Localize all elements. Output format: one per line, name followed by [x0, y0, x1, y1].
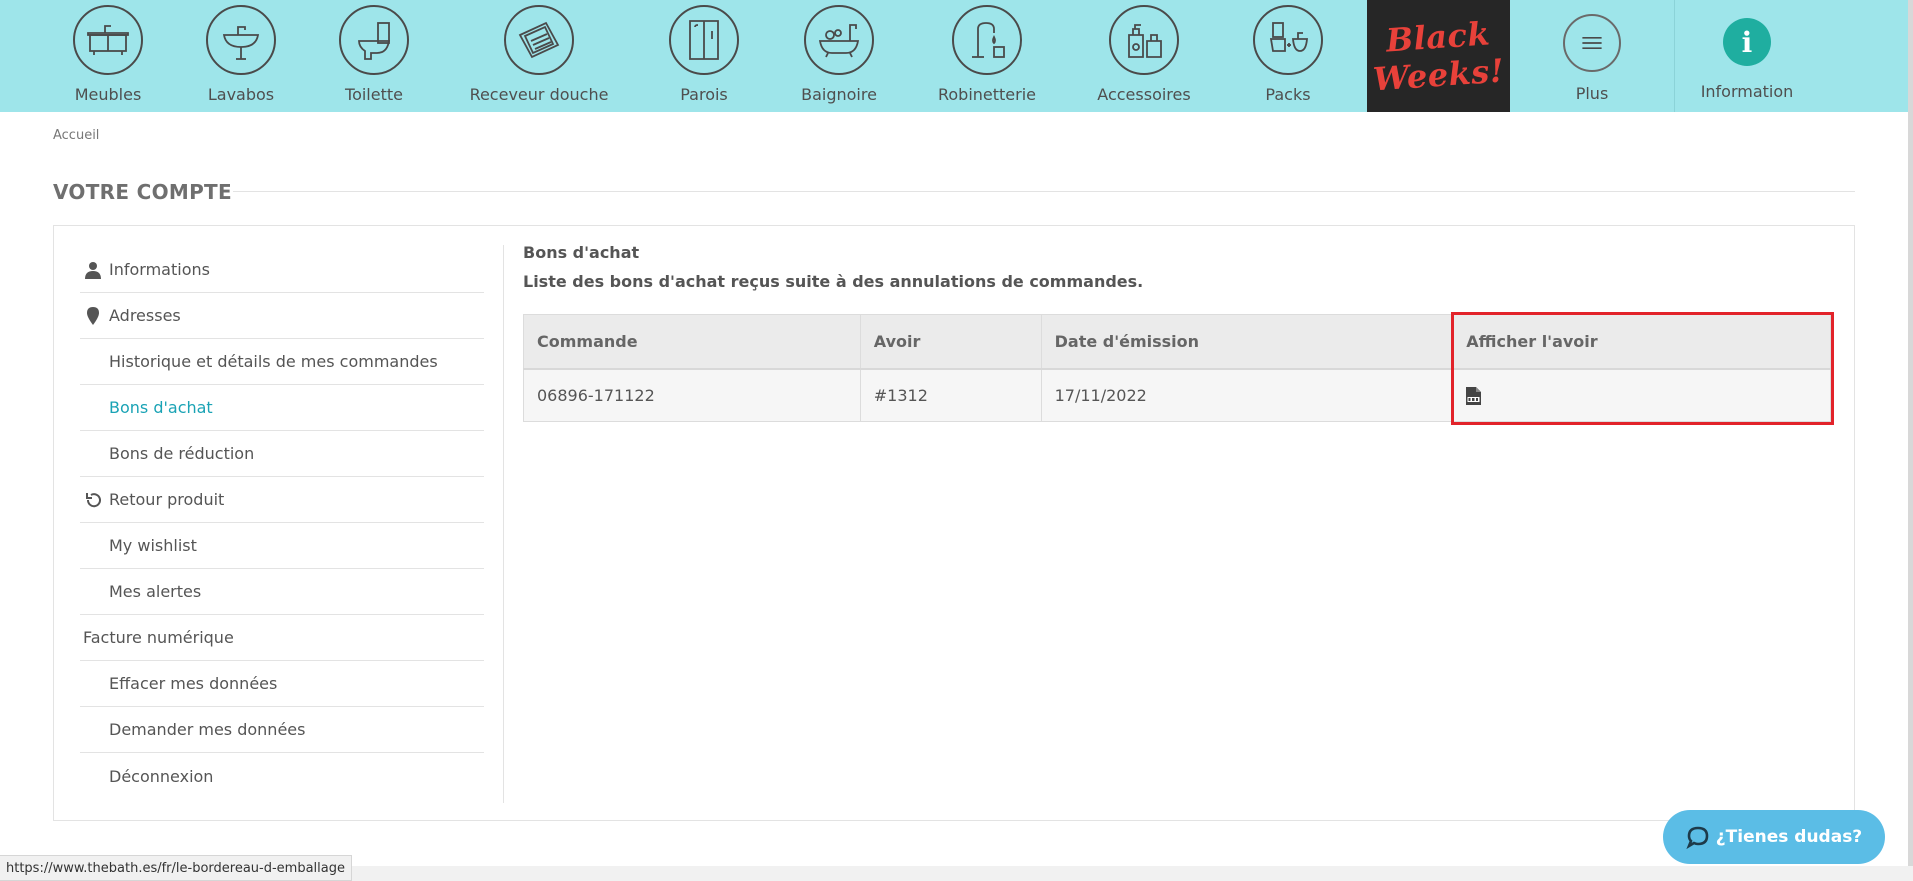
nav-label: Baignoire [801, 85, 877, 104]
nav-item-plus[interactable]: Plus [1557, 0, 1627, 112]
nav-label: Toilette [345, 85, 403, 104]
sidebar-item-label: My wishlist [109, 536, 197, 555]
nav-label: Plus [1575, 84, 1609, 103]
shower-tray-icon [504, 5, 574, 75]
sidebar-item-label: Bons d'achat [109, 398, 213, 417]
sidebar-item-demander-donnees[interactable]: Demander mes données [80, 707, 484, 753]
nav-item-information[interactable]: i Information [1697, 0, 1797, 112]
chat-bubble-icon [1686, 826, 1709, 849]
sidebar-item-bons-achat[interactable]: Bons d'achat [80, 385, 484, 431]
sidebar-item-label: Mes alertes [109, 582, 202, 601]
map-pin-icon [85, 307, 101, 325]
vouchers-table: Commande Avoir Date d'émission Afficher … [523, 314, 1831, 422]
sidebar-item-adresses[interactable]: Adresses [80, 293, 484, 339]
faucet-icon [952, 5, 1022, 75]
sidebar-item-label: Informations [109, 260, 210, 279]
nav-divider [1674, 0, 1675, 112]
sidebar-item-label: Bons de réduction [109, 444, 255, 463]
black-weeks-line2: Weeks! [1371, 51, 1506, 99]
sidebar-item-mes-alertes[interactable]: Mes alertes [80, 569, 484, 615]
nav-item-meubles[interactable]: Meubles [73, 0, 143, 112]
nav-item-lavabos[interactable]: Lavabos [206, 0, 276, 112]
sidebar-item-effacer-donnees[interactable]: Effacer mes données [80, 661, 484, 707]
sidebar-item-label: Déconnexion [109, 766, 214, 786]
nav-label: Information [1700, 82, 1794, 101]
cell-date: 17/11/2022 [1040, 368, 1454, 422]
toilet-pack-icon [1253, 5, 1323, 75]
top-navigation: Meubles Lavabos Toilette Receveur douche [0, 0, 1913, 112]
chat-button[interactable]: ¿Tienes dudas? [1663, 810, 1885, 864]
nav-item-packs[interactable]: Packs [1253, 0, 1323, 112]
sidebar-item-retour-produit[interactable]: Retour produit [80, 477, 484, 523]
sidebar-item-label: Demander mes données [109, 720, 306, 739]
user-icon [85, 261, 101, 279]
cell-afficher [1452, 368, 1831, 422]
sidebar-item-deconnexion[interactable]: Déconnexion [80, 753, 484, 799]
content-description: Liste des bons d'achat reçus suite à des… [523, 272, 1144, 291]
sidebar-item-label: Facture numérique [83, 628, 234, 647]
content-title: Bons d'achat [523, 243, 640, 262]
account-side-menu: Informations Adresses Historique et déta… [80, 247, 484, 799]
sidebar-item-bons-reduction[interactable]: Bons de réduction [80, 431, 484, 477]
column-header-afficher: Afficher l'avoir [1452, 314, 1831, 370]
nav-item-parois[interactable]: Parois [669, 0, 739, 112]
sidebar-item-wishlist[interactable]: My wishlist [80, 523, 484, 569]
title-divider [233, 191, 1855, 192]
pdf-icon[interactable] [1466, 387, 1482, 406]
soap-dispenser-icon [1109, 5, 1179, 75]
black-weeks-banner[interactable]: Black Weeks! [1367, 0, 1510, 112]
info-icon: i [1723, 18, 1771, 66]
page-title: VOTRE COMPTE [53, 180, 232, 204]
sidebar-item-label: Adresses [109, 306, 181, 325]
list-icon [1563, 14, 1621, 72]
sidebar-item-label: Effacer mes données [109, 674, 278, 693]
bathtub-icon [804, 5, 874, 75]
toilet-icon [339, 5, 409, 75]
nav-label: Accessoires [1097, 85, 1191, 104]
sidebar-item-historique[interactable]: Historique et détails de mes commandes [80, 339, 484, 385]
table-header-row: Commande Avoir Date d'émission Afficher … [523, 314, 1831, 370]
nav-item-baignoire[interactable]: Baignoire [801, 0, 877, 112]
nav-label: Lavabos [207, 85, 275, 104]
shower-enclosure-icon [669, 5, 739, 75]
undo-icon [85, 491, 101, 509]
page-scrollbar[interactable] [1908, 0, 1913, 866]
column-header-avoir: Avoir [859, 314, 1042, 370]
breadcrumb[interactable]: Accueil [53, 128, 99, 143]
nav-label: Packs [1265, 85, 1311, 104]
nav-item-receveur-douche[interactable]: Receveur douche [470, 0, 608, 112]
cell-avoir: #1312 [859, 368, 1042, 422]
sidebar-item-facture-numerique[interactable]: Facture numérique [80, 615, 484, 661]
cell-commande: 06896-171122 [523, 368, 861, 422]
sidebar-item-label: Historique et détails de mes commandes [109, 352, 438, 371]
sidebar-item-label: Retour produit [109, 490, 225, 509]
sidebar-item-informations[interactable]: Informations [80, 247, 484, 293]
chat-button-label: ¿Tienes dudas? [1715, 827, 1863, 847]
nav-label: Parois [680, 85, 728, 104]
menu-content-divider [503, 245, 504, 803]
nav-item-accessoires[interactable]: Accessoires [1097, 0, 1191, 112]
nav-item-toilette[interactable]: Toilette [339, 0, 409, 112]
nav-label: Meubles [74, 85, 142, 104]
nav-label: Receveur douche [469, 85, 609, 104]
nav-item-robinetterie[interactable]: Robinetterie [938, 0, 1036, 112]
status-bar-url: https://www.thebath.es/fr/le-bordereau-d… [0, 855, 352, 881]
table-row: 06896-171122 #1312 17/11/2022 [523, 368, 1831, 422]
nav-label: Robinetterie [937, 85, 1037, 104]
column-header-commande: Commande [523, 314, 861, 370]
column-header-date: Date d'émission [1040, 314, 1454, 370]
washbasin-icon [206, 5, 276, 75]
vanity-unit-icon [73, 5, 143, 75]
